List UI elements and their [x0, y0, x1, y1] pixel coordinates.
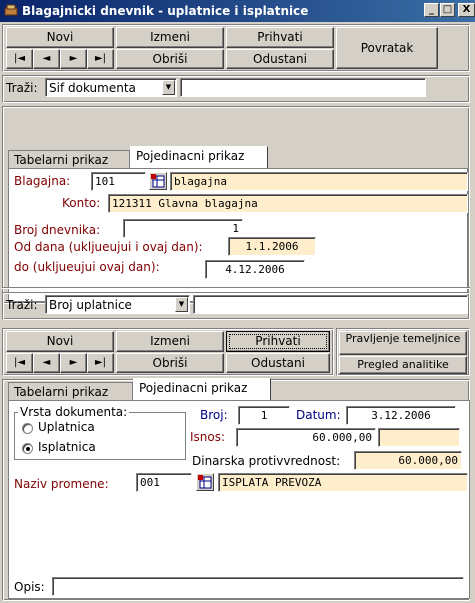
chevron-down-icon[interactable]: ▼	[162, 80, 175, 95]
search-input-bottom[interactable]	[193, 295, 468, 314]
window-title: Blagajnicki dnevnik - uplatnice i isplat…	[22, 4, 309, 18]
iznos-extra-field	[378, 428, 460, 447]
izmeni-button[interactable]: Izmeni	[116, 27, 224, 48]
prihvati-button[interactable]: Prihvati	[226, 27, 334, 48]
iznos-label: Isnos:	[190, 430, 226, 444]
table-lookup-icon	[198, 475, 212, 489]
app-icon	[4, 4, 18, 16]
do-dana-label: do (ukljueujui ovaj dan):	[14, 260, 160, 274]
konto-field: 121311 Glavna blagajna	[108, 194, 468, 213]
opis-input[interactable]	[52, 577, 464, 596]
broj-dnevnika-input[interactable]: 1	[123, 219, 243, 238]
naziv-name-field: ISPLATA PREVOZA	[218, 473, 468, 492]
tab-tabelarni-top[interactable]: Tabelarni prikaz	[8, 150, 130, 170]
minimize-button[interactable]: _	[424, 3, 439, 17]
nav-last-button-bottom[interactable]: ►|	[87, 353, 114, 373]
naziv-code-input[interactable]: 001	[136, 473, 192, 492]
dinarska-label: Dinarska protivvrednost:	[192, 454, 341, 468]
table-lookup-icon	[151, 174, 165, 188]
search-field-combo-top[interactable]: Sif dokumenta ▼	[45, 78, 177, 97]
iznos-input[interactable]: 60.000,00	[236, 428, 376, 447]
search-label-bottom: Traži:	[6, 298, 38, 312]
divider	[2, 287, 470, 289]
lookup-icon[interactable]	[149, 172, 167, 190]
close-button[interactable]: X	[458, 3, 475, 17]
isplatnica-label: Isplatnica	[38, 440, 96, 454]
naziv-promene-label: Naziv promene:	[14, 477, 109, 491]
tab-tabelarni-bottom[interactable]: Tabelarni prikaz	[8, 382, 133, 402]
search-field-value-top: Sif dokumenta	[49, 81, 136, 95]
nav-last-button[interactable]: ►|	[87, 49, 114, 69]
odustani-button[interactable]: Odustani	[226, 49, 334, 69]
pregled-analitike-button[interactable]: Pregled analitike	[339, 356, 467, 374]
nav-next-button[interactable]: ►	[60, 49, 87, 69]
search-field-value-bottom: Broj uplatnice	[49, 298, 132, 312]
opis-label: Opis:	[14, 580, 45, 594]
chevron-down-icon[interactable]: ▼	[175, 297, 188, 312]
prihvati-button-bottom[interactable]: Prihvati	[226, 331, 330, 352]
tab-pojedinacni-top[interactable]: Pojedinacni prikaz	[130, 146, 268, 168]
isplatnica-radio[interactable]	[22, 443, 33, 454]
obrisi-button-bottom[interactable]: Obriši	[116, 353, 224, 373]
povratak-button[interactable]: Povratak	[336, 27, 438, 69]
lookup-icon[interactable]	[196, 473, 214, 491]
novi-button[interactable]: Novi	[6, 27, 114, 48]
vrsta-dokumenta-label: Vrsta dokumenta:	[18, 405, 130, 419]
title-bar: Blagajnicki dnevnik - uplatnice i isplat…	[0, 0, 475, 22]
konto-label: Konto:	[62, 196, 101, 210]
search-label-top: Traži:	[6, 81, 38, 95]
odustani-button-bottom[interactable]: Odustani	[226, 353, 330, 373]
broj-input[interactable]: 1	[238, 406, 290, 425]
do-dana-input[interactable]: 4.12.2006	[205, 260, 305, 279]
blagajna-name-field: blagajna	[170, 172, 468, 191]
nav-next-button-bottom[interactable]: ►	[60, 353, 87, 373]
obrisi-button[interactable]: Obriši	[116, 49, 224, 69]
maximize-button[interactable]: □	[440, 3, 455, 17]
nav-prev-button-bottom[interactable]: ◄	[33, 353, 60, 373]
od-dana-label: Od dana (ukljueujui i ovaj dan):	[14, 240, 203, 254]
dinarska-field: 60.000,00	[354, 451, 462, 470]
izmeni-button-bottom[interactable]: Izmeni	[116, 331, 224, 352]
nav-prev-button[interactable]: ◄	[33, 49, 60, 69]
blagajna-code-input[interactable]: 101	[91, 172, 146, 191]
pravljenje-temeljnice-button[interactable]: Pravljenje temeljnice	[339, 331, 467, 355]
tab-pojedinacni-bottom[interactable]: Pojedinacni prikaz	[133, 378, 271, 400]
uplatnica-radio[interactable]	[22, 423, 33, 434]
search-input-top[interactable]	[180, 78, 426, 97]
datum-input[interactable]: 3.12.2006	[346, 406, 456, 425]
uplatnica-label: Uplatnica	[38, 420, 95, 434]
datum-label: Datum:	[296, 408, 341, 422]
window-body: Novi Izmeni Prihvati |◄ ◄ ► ►| Obriši Od…	[0, 22, 475, 603]
broj-dnevnika-label: Broj dnevnika:	[14, 223, 101, 237]
nav-first-button[interactable]: |◄	[6, 49, 33, 69]
search-field-combo-bottom[interactable]: Broj uplatnice ▼	[45, 295, 190, 314]
broj-label: Broj:	[200, 408, 228, 422]
od-dana-field: 1.1.2006	[228, 237, 316, 256]
nav-first-button-bottom[interactable]: |◄	[6, 353, 33, 373]
novi-button-bottom[interactable]: Novi	[6, 331, 114, 352]
blagajna-label: Blagajna:	[14, 174, 71, 188]
